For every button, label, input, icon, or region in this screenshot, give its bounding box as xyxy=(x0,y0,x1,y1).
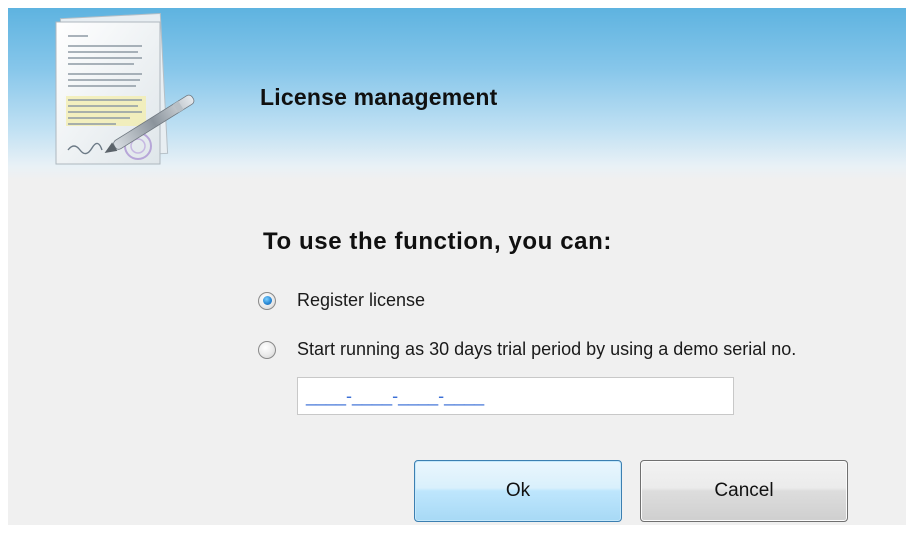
register-license-radio[interactable] xyxy=(258,291,276,310)
trial-period-option[interactable]: Start running as 30 days trial period by… xyxy=(258,339,796,360)
register-license-label[interactable]: Register license xyxy=(297,290,425,311)
radio-selected-dot-icon xyxy=(262,296,272,305)
trial-period-label[interactable]: Start running as 30 days trial period by… xyxy=(297,339,796,360)
serial-number-input[interactable]: ____-____-____-____ xyxy=(297,377,734,415)
dialog-title: License management xyxy=(260,84,498,110)
ok-button[interactable]: Ok xyxy=(414,460,622,522)
cancel-button[interactable]: Cancel xyxy=(640,460,848,522)
license-dialog: License management To use the function, … xyxy=(8,8,906,525)
dialog-header: License management xyxy=(8,8,906,180)
serial-number-mask: ____-____-____-____ xyxy=(306,386,485,406)
document-signature-icon xyxy=(55,12,195,165)
register-license-option[interactable]: Register license xyxy=(258,290,425,311)
trial-period-radio[interactable] xyxy=(258,340,276,359)
instruction-heading: To use the function, you can: xyxy=(263,228,612,255)
